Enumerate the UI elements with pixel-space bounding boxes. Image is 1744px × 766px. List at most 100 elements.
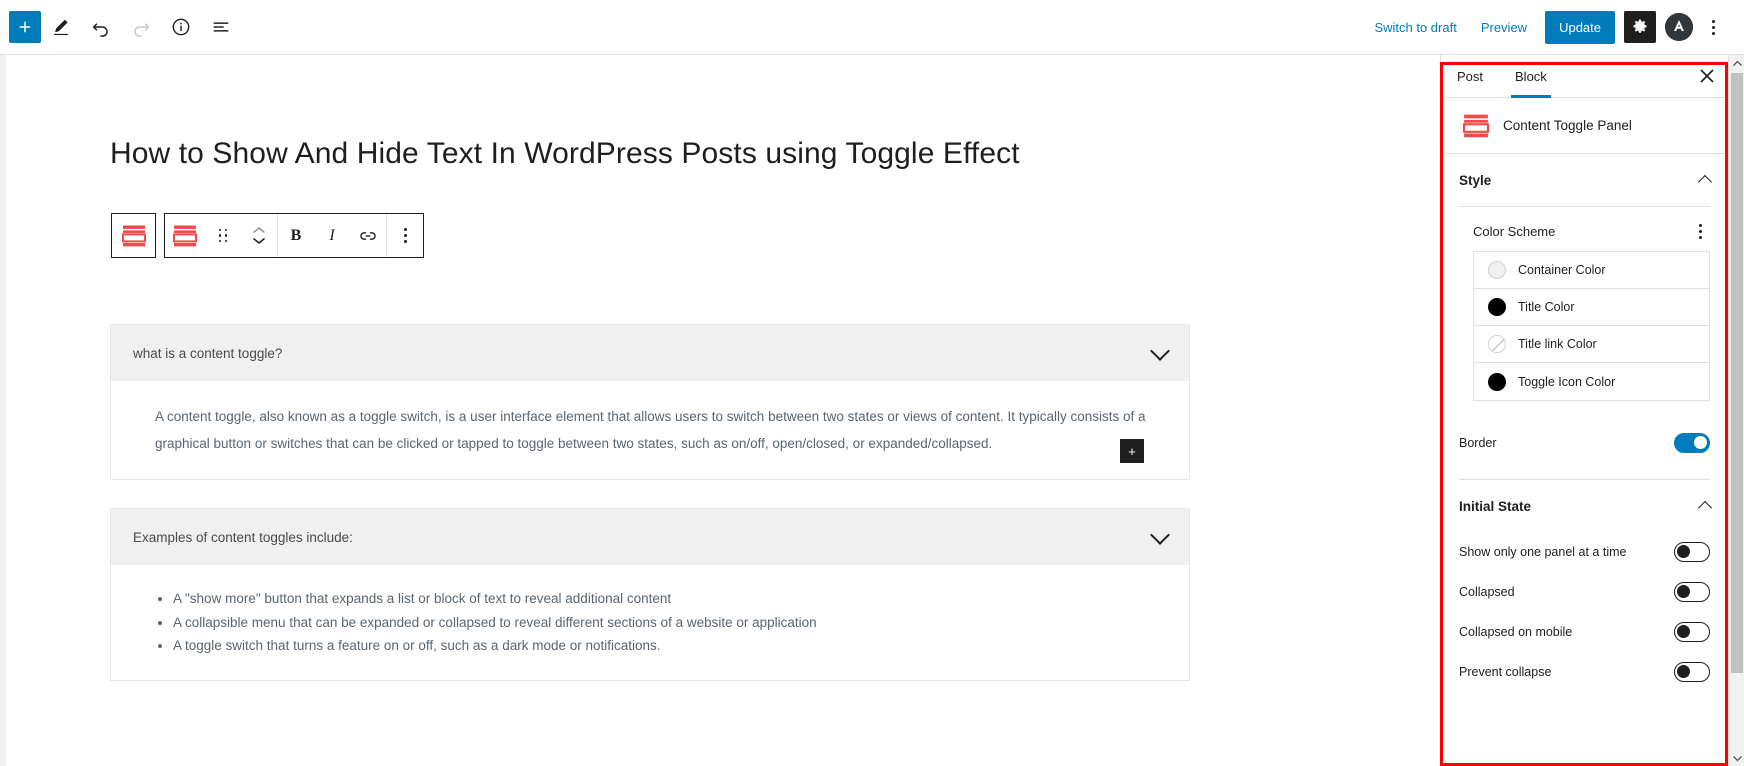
close-sidebar-button[interactable] (1686, 55, 1728, 97)
option-label: Collapsed on mobile (1459, 625, 1573, 639)
undo-button[interactable] (81, 7, 121, 47)
select-parent-block-button[interactable] (111, 213, 156, 258)
show-one-panel-toggle[interactable] (1674, 542, 1710, 562)
pencil-icon (54, 19, 68, 36)
add-block-button[interactable] (9, 11, 41, 43)
scroll-down-arrow[interactable] (1729, 750, 1744, 766)
editor-canvas: How to Show And Hide Text In WordPress P… (0, 55, 1440, 766)
panel-1-title: what is a content toggle? (133, 345, 283, 361)
kebab-menu-icon (1698, 223, 1702, 239)
initial-state-section-header[interactable]: Initial State (1441, 480, 1728, 532)
drag-handle-icon (218, 228, 228, 243)
prevent-collapse-toggle[interactable] (1674, 662, 1710, 682)
kebab-menu-icon (403, 228, 407, 243)
initial-state-section-title: Initial State (1459, 498, 1532, 514)
block-toolbar-segment-block (165, 214, 278, 257)
border-option-row: Border (1441, 423, 1728, 463)
link-button[interactable] (350, 214, 386, 257)
chevron-up-icon[interactable] (1697, 500, 1713, 516)
block-toolbar-group: B I (164, 213, 424, 258)
chevron-down-icon (1732, 755, 1742, 761)
chevron-down-icon[interactable] (1150, 524, 1170, 545)
collapsed-on-mobile-toggle[interactable] (1674, 622, 1710, 642)
bold-button[interactable]: B (278, 214, 314, 257)
scrollbar-thumb[interactable] (1731, 73, 1743, 673)
gear-icon (1633, 19, 1647, 33)
sidebar-tabs: Post Block (1441, 55, 1728, 98)
option-label: Collapsed (1459, 585, 1515, 599)
option-row-show-one-panel: Show only one panel at a time (1441, 532, 1728, 572)
block-settings-sidebar: Post Block Content Toggle Panel Style Co… (1440, 55, 1728, 766)
option-label: Prevent collapse (1459, 665, 1552, 679)
top-bar-right-actions: Switch to draft Preview Update (1362, 7, 1744, 47)
color-scheme-options-button[interactable] (1690, 221, 1710, 241)
undo-icon (92, 23, 108, 37)
plugin-avatar-button[interactable] (1665, 13, 1693, 41)
scroll-up-arrow[interactable] (1729, 55, 1744, 71)
swatch-label: Title Color (1518, 300, 1575, 314)
option-row-prevent-collapse: Prevent collapse (1441, 652, 1728, 692)
panel-1-header[interactable]: what is a content toggle? (111, 325, 1189, 381)
block-options-button[interactable] (387, 214, 423, 257)
swatch-row-title-color[interactable]: Title Color (1474, 289, 1709, 326)
list-item[interactable]: A "show more" button that expands a list… (173, 587, 1167, 611)
title-link-color-swatch (1488, 335, 1506, 353)
chevron-up-icon (1732, 60, 1742, 66)
top-bar-left-tools (0, 7, 241, 47)
update-button[interactable]: Update (1545, 10, 1615, 44)
add-block-inline-button[interactable]: + (1120, 439, 1144, 463)
tools-pencil-button[interactable] (41, 7, 81, 47)
plus-icon (19, 21, 31, 33)
tab-block[interactable]: Block (1499, 55, 1563, 98)
style-section-header[interactable]: Style (1441, 154, 1728, 206)
block-type-button[interactable] (165, 214, 205, 257)
info-icon (172, 18, 190, 36)
toggle-icon-color-swatch (1488, 372, 1506, 391)
editor-top-bar: Switch to draft Preview Update (0, 0, 1744, 55)
style-section-title: Style (1459, 172, 1492, 188)
drag-block-handle[interactable] (205, 214, 241, 257)
page-title[interactable]: How to Show And Hide Text In WordPress P… (110, 134, 1190, 173)
chevron-up-icon[interactable] (1697, 174, 1713, 190)
preview-button[interactable]: Preview (1469, 14, 1539, 41)
selected-block-row: Content Toggle Panel (1441, 98, 1728, 154)
selected-block-name: Content Toggle Panel (1503, 118, 1632, 133)
block-toolbar-segment-format: B I (278, 214, 387, 257)
swatch-row-container-color[interactable]: Container Color (1474, 252, 1709, 289)
block-toolbar: B I (111, 213, 424, 258)
panel-1-paragraph[interactable]: A content toggle, also known as a toggle… (155, 403, 1167, 457)
list-item[interactable]: A collapsible menu that can be expanded … (173, 611, 1167, 635)
swatch-row-toggle-icon-color[interactable]: Toggle Icon Color (1474, 363, 1709, 400)
container-color-swatch (1488, 261, 1506, 279)
move-block-buttons[interactable] (241, 214, 277, 257)
option-row-collapsed-on-mobile: Collapsed on mobile (1441, 612, 1728, 652)
list-view-icon (213, 22, 229, 32)
list-item[interactable]: A toggle switch that turns a feature on … (173, 634, 1167, 658)
editor-sheet: How to Show And Hide Text In WordPress P… (6, 55, 1440, 766)
switch-to-draft-button[interactable]: Switch to draft (1362, 14, 1468, 41)
italic-button[interactable]: I (314, 214, 350, 257)
page-scrollbar[interactable] (1728, 55, 1744, 766)
swatch-label: Toggle Icon Color (1518, 374, 1616, 389)
list-view-button[interactable] (201, 7, 241, 47)
panel-2-title: Examples of content toggles include: (133, 529, 353, 545)
content-toggle-block-icon (173, 225, 197, 246)
color-scheme-header: Color Scheme (1441, 207, 1728, 251)
swatch-row-title-link-color[interactable]: Title link Color (1474, 326, 1709, 363)
panel-1-body: A content toggle, also known as a toggle… (111, 381, 1189, 479)
chevron-up-icon (253, 227, 265, 234)
color-scheme-title: Color Scheme (1473, 223, 1556, 239)
chevron-down-icon[interactable] (1150, 340, 1170, 361)
details-info-button[interactable] (161, 7, 201, 47)
panel-2-list: A "show more" button that expands a list… (173, 587, 1167, 658)
more-options-button[interactable] (1696, 7, 1730, 47)
collapsed-toggle[interactable] (1674, 582, 1710, 602)
panel-2-header[interactable]: Examples of content toggles include: (111, 509, 1189, 565)
border-toggle[interactable] (1674, 433, 1710, 453)
content-toggle-panel-2: Examples of content toggles include: A "… (110, 508, 1190, 681)
tab-post[interactable]: Post (1441, 55, 1499, 97)
border-label: Border (1459, 436, 1497, 450)
redo-button[interactable] (121, 7, 161, 47)
settings-button[interactable] (1624, 11, 1656, 43)
title-color-swatch (1488, 298, 1506, 316)
